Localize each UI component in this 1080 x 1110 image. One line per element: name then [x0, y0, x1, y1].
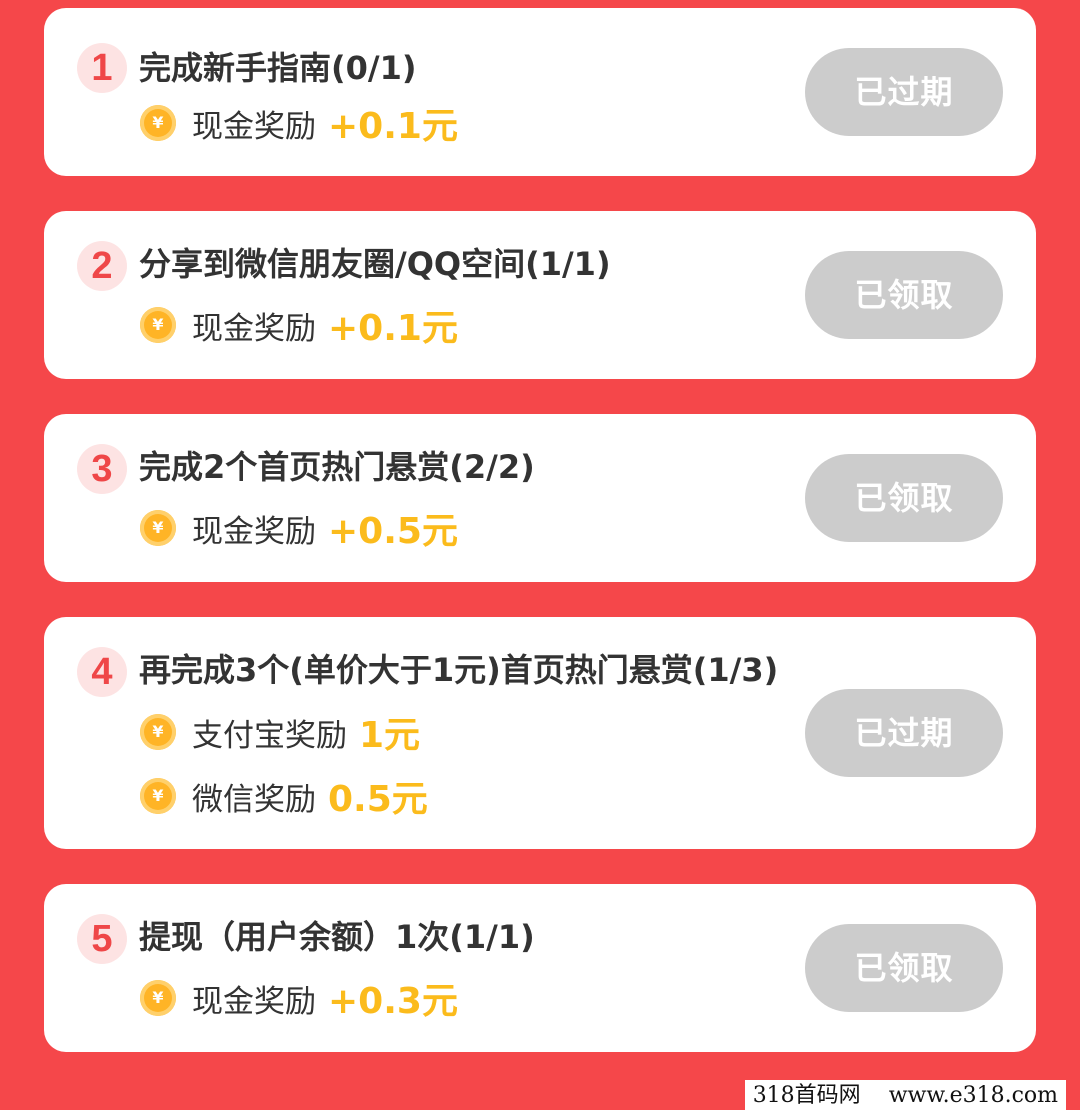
reward-row-wechat: ¥ 微信奖励 0.5元 — [140, 772, 428, 820]
coin-icon: ¥ — [140, 778, 176, 814]
reward-row-alipay: ¥ 支付宝奖励 1元 — [140, 708, 420, 756]
task-title: 分享到微信朋友圈/QQ空间(1/1) — [139, 245, 611, 283]
task-title: 完成2个首页热门悬赏(2/2) — [139, 448, 535, 486]
reward-label: 现金奖励 — [192, 983, 316, 1020]
task-number-badge: 2 — [77, 241, 127, 291]
reward-amount: +0.1元 — [328, 106, 458, 147]
status-button-expired[interactable]: 已过期 — [805, 48, 1003, 136]
reward-amount: 0.5元 — [328, 779, 428, 820]
task-card-5: 5 提现（用户余额）1次(1/1) ¥ 现金奖励 +0.3元 已领取 — [44, 884, 1036, 1052]
reward-row: ¥ 现金奖励 +0.1元 — [140, 99, 458, 147]
reward-row: ¥ 现金奖励 +0.3元 — [140, 974, 458, 1022]
task-number-badge: 3 — [77, 444, 127, 494]
reward-amount: +0.5元 — [328, 511, 458, 552]
task-card-4: 4 再完成3个(单价大于1元)首页热门悬赏(1/3) ¥ 支付宝奖励 1元 ¥ … — [44, 617, 1036, 849]
coin-icon: ¥ — [140, 980, 176, 1016]
task-card-3: 3 完成2个首页热门悬赏(2/2) ¥ 现金奖励 +0.5元 已领取 — [44, 414, 1036, 582]
reward-label: 现金奖励 — [192, 108, 316, 145]
reward-label: 现金奖励 — [192, 310, 316, 347]
reward-label: 现金奖励 — [192, 513, 316, 550]
task-number-badge: 1 — [77, 43, 127, 93]
reward-amount: +0.1元 — [328, 308, 458, 349]
task-card-1: 1 完成新手指南(0/1) ¥ 现金奖励 +0.1元 已过期 — [44, 8, 1036, 176]
reward-label: 支付宝奖励 — [192, 717, 347, 754]
task-title: 再完成3个(单价大于1元)首页热门悬赏(1/3) — [139, 651, 779, 689]
task-card-2: 2 分享到微信朋友圈/QQ空间(1/1) ¥ 现金奖励 +0.1元 已领取 — [44, 211, 1036, 379]
reward-row: ¥ 现金奖励 +0.5元 — [140, 504, 458, 552]
reward-amount: 1元 — [359, 715, 421, 756]
status-button-claimed[interactable]: 已领取 — [805, 924, 1003, 1012]
reward-amount: +0.3元 — [328, 981, 458, 1022]
coin-icon: ¥ — [140, 307, 176, 343]
coin-icon: ¥ — [140, 510, 176, 546]
reward-label: 微信奖励 — [192, 781, 316, 818]
reward-row: ¥ 现金奖励 +0.1元 — [140, 301, 458, 349]
task-title: 提现（用户余额）1次(1/1) — [139, 918, 535, 956]
task-number-badge: 5 — [77, 914, 127, 964]
status-button-claimed[interactable]: 已领取 — [805, 454, 1003, 542]
watermark: 318首码网 www.e318.com — [744, 1080, 1066, 1110]
status-button-claimed[interactable]: 已领取 — [805, 251, 1003, 339]
status-button-expired[interactable]: 已过期 — [805, 689, 1003, 777]
task-title: 完成新手指南(0/1) — [139, 49, 417, 87]
coin-icon: ¥ — [140, 105, 176, 141]
watermark-site-name: 318首码网 — [752, 1083, 861, 1108]
watermark-url: www.e318.com — [888, 1083, 1058, 1108]
task-number-badge: 4 — [77, 647, 127, 697]
coin-icon: ¥ — [140, 714, 176, 750]
